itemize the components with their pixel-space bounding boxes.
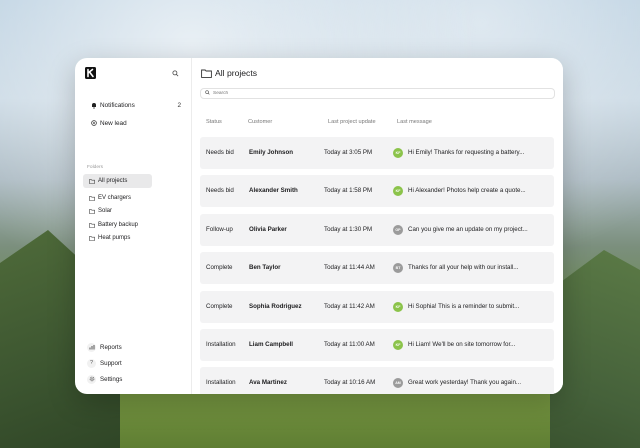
updated-cell: Today at 11:42 AM xyxy=(324,302,375,310)
app-window: Notifications 2 New lead Folders All pro… xyxy=(75,58,563,394)
sidebar-item-label: Settings xyxy=(100,375,123,383)
column-header-last-update[interactable]: Last project update xyxy=(328,119,376,125)
column-header-last-message[interactable]: Last message xyxy=(397,119,432,125)
message-cell: Hi Liam! We'll be on site tomorrow for..… xyxy=(408,340,516,348)
message-cell: Great work yesterday! Thank you again... xyxy=(408,379,522,387)
message-cell: Hi Alexander! Photos help create a quote… xyxy=(408,187,526,195)
customer-cell: Ben Taylor xyxy=(249,264,281,272)
plus-circle-icon xyxy=(89,120,98,126)
table-row[interactable]: Complete Sophia Rodriguez Today at 11:42… xyxy=(200,290,554,323)
sidebar-item-label: Solar xyxy=(98,208,113,214)
sidebar-item-label: Support xyxy=(100,359,122,367)
table-row[interactable]: Follow-up Olivia Parker Today at 1:30 PM… xyxy=(200,213,554,246)
folders-section-label: Folders xyxy=(87,165,103,170)
search-icon[interactable] xyxy=(169,67,181,79)
status-cell: Installation xyxy=(206,340,236,348)
status-cell: Follow-up xyxy=(206,225,233,233)
status-cell: Needs bid xyxy=(206,187,234,195)
message-cell: Hi Emily! Thanks for requesting a batter… xyxy=(408,149,525,156)
chart-icon xyxy=(87,342,96,352)
updated-cell: Today at 10:16 AM xyxy=(324,379,376,387)
table-row[interactable]: Needs bid Alexander Smith Today at 1:58 … xyxy=(200,175,554,208)
updated-cell: Today at 11:00 AM xyxy=(324,340,375,348)
project-table: Needs bid Emily Johnson Today at 3:05 PM… xyxy=(200,137,554,394)
avatar: KF xyxy=(393,339,403,350)
avatar: AM xyxy=(393,378,403,389)
sidebar-item-notifications[interactable]: Notifications 2 xyxy=(83,98,181,112)
folder-icon xyxy=(87,235,96,241)
sidebar-item-label: Notifications xyxy=(100,101,135,109)
customer-cell: Liam Campbell xyxy=(249,340,294,348)
sidebar-item-heat-pumps[interactable]: Heat pumps xyxy=(83,231,152,245)
customer-cell: Olivia Parker xyxy=(249,225,287,233)
sidebar-item-label: All projects xyxy=(98,178,128,184)
table-row[interactable]: Complete Ben Taylor Today at 11:44 AM BT… xyxy=(200,252,554,285)
sidebar-item-label: EV chargers xyxy=(98,195,132,201)
sidebar-item-label: Battery backup xyxy=(98,222,139,228)
folder-icon xyxy=(87,195,96,201)
search-input[interactable] xyxy=(213,91,513,96)
folder-icon xyxy=(201,69,212,78)
table-header: Status Customer Last project update Last… xyxy=(206,119,546,129)
main-panel: All projects Status Customer Last projec… xyxy=(192,58,563,394)
folder-icon xyxy=(87,208,96,214)
sidebar-item-label: Heat pumps xyxy=(98,235,131,241)
sidebar-item-new-lead[interactable]: New lead xyxy=(83,116,181,130)
avatar: KF xyxy=(393,186,403,197)
page-title: All projects xyxy=(201,68,257,78)
status-cell: Needs bid xyxy=(206,149,234,156)
updated-cell: Today at 1:30 PM xyxy=(324,225,373,233)
sidebar-item-label: New lead xyxy=(100,119,127,127)
updated-cell: Today at 11:44 AM xyxy=(324,264,375,272)
sidebar-item-settings[interactable]: Settings xyxy=(83,372,122,386)
status-cell: Complete xyxy=(206,264,233,272)
updated-cell: Today at 3:05 PM xyxy=(324,149,373,156)
sidebar-item-all-projects[interactable]: All projects xyxy=(83,174,152,188)
brand-logo-icon[interactable] xyxy=(85,67,96,79)
search-icon xyxy=(205,90,210,97)
sidebar-item-reports[interactable]: Reports xyxy=(83,340,122,354)
avatar: KF xyxy=(393,301,403,312)
help-icon: ? xyxy=(87,358,96,368)
avatar: BT xyxy=(393,263,403,274)
table-row[interactable]: Needs bid Emily Johnson Today at 3:05 PM… xyxy=(200,137,554,169)
page-title-text: All projects xyxy=(215,68,258,78)
notification-count-badge: 2 xyxy=(177,101,181,109)
sidebar-item-label: Reports xyxy=(100,343,122,351)
table-row[interactable]: Installation Liam Campbell Today at 11:0… xyxy=(200,328,554,361)
column-header-customer[interactable]: Customer xyxy=(248,119,272,125)
sidebar: Notifications 2 New lead Folders All pro… xyxy=(75,58,192,394)
message-cell: Thanks for all your help with our instal… xyxy=(408,264,519,272)
avatar: OP xyxy=(393,224,403,235)
sidebar-item-support[interactable]: ? Support xyxy=(83,356,122,370)
table-row[interactable]: Installation Ava Martinez Today at 10:16… xyxy=(200,367,554,394)
folder-icon xyxy=(87,222,96,228)
message-cell: Can you give me an update on my project.… xyxy=(408,225,528,233)
customer-cell: Sophia Rodriguez xyxy=(249,302,302,310)
sidebar-item-battery-backup[interactable]: Battery backup xyxy=(83,218,152,232)
message-cell: Hi Sophia! This is a reminder to submit.… xyxy=(408,302,520,310)
gear-icon xyxy=(87,374,96,384)
customer-cell: Alexander Smith xyxy=(249,187,298,195)
sidebar-item-solar[interactable]: Solar xyxy=(83,204,152,218)
customer-cell: Ava Martinez xyxy=(249,379,287,387)
status-cell: Complete xyxy=(206,302,233,310)
avatar: KF xyxy=(393,148,403,158)
customer-cell: Emily Johnson xyxy=(249,149,294,156)
column-header-status[interactable]: Status xyxy=(206,119,222,125)
bell-icon xyxy=(89,102,98,109)
background-mountain-right xyxy=(550,250,640,448)
folder-icon xyxy=(87,178,96,184)
updated-cell: Today at 1:58 PM xyxy=(324,187,373,195)
search-field[interactable] xyxy=(200,88,555,99)
sidebar-item-ev-chargers[interactable]: EV chargers xyxy=(83,191,152,205)
status-cell: Installation xyxy=(206,379,236,387)
